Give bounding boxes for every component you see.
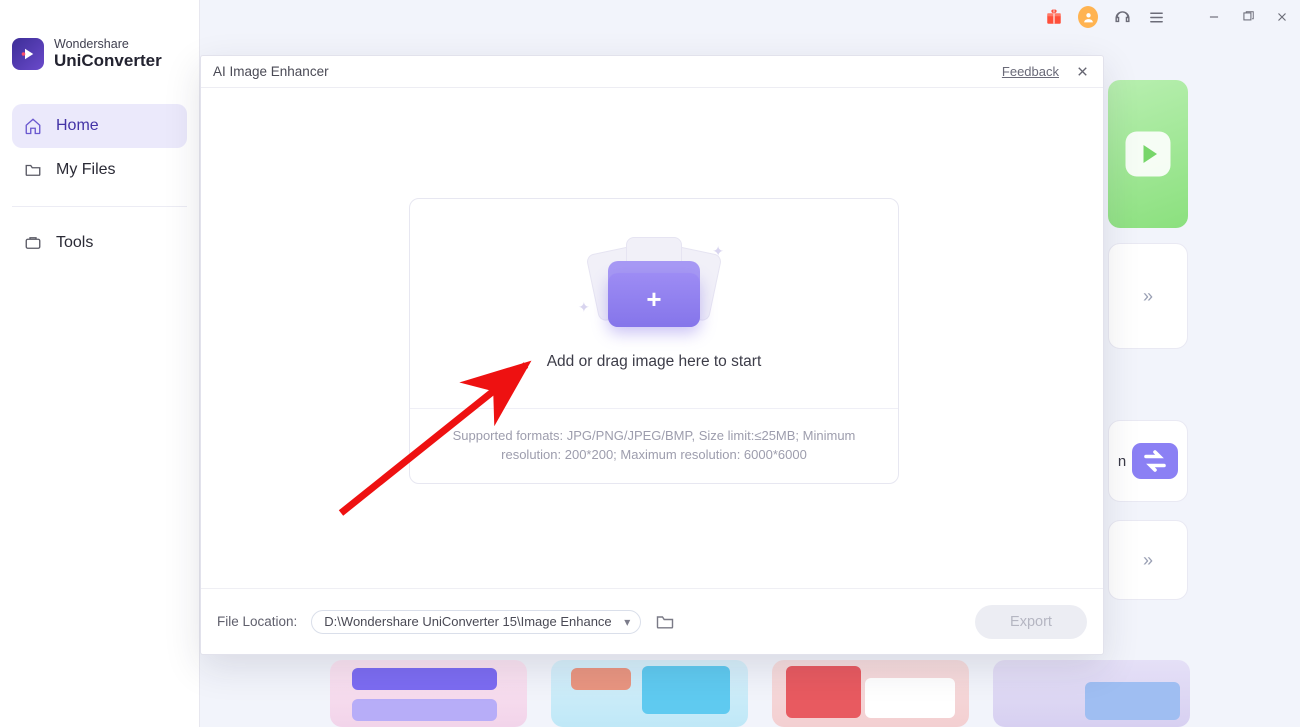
gift-icon[interactable]: [1044, 7, 1064, 27]
dialog-footer: File Location: D:\Wondershare UniConvert…: [201, 588, 1103, 654]
thumbnail-row: [330, 660, 1190, 727]
sidebar-item-myfiles[interactable]: My Files: [12, 148, 187, 192]
home-icon: [24, 117, 42, 135]
sidebar-item-label: My Files: [56, 161, 116, 179]
chevron-right-icon: »: [1143, 550, 1153, 571]
brand-name: UniConverter: [54, 52, 162, 70]
thumbnail-card[interactable]: [772, 660, 969, 727]
nav-secondary: Tools: [0, 221, 199, 265]
dialog-title: AI Image Enhancer: [213, 64, 329, 79]
file-location-select[interactable]: D:\Wondershare UniConverter 15\Image Enh…: [311, 610, 641, 634]
brand-small: Wondershare: [54, 38, 162, 51]
thumbnail-card[interactable]: [551, 660, 748, 727]
sidebar-item-tools[interactable]: Tools: [12, 221, 187, 265]
maximize-button[interactable]: [1238, 7, 1258, 27]
play-card-icon: [1121, 127, 1175, 181]
ai-image-enhancer-dialog: AI Image Enhancer Feedback + ✦✦ Add or d…: [200, 55, 1104, 655]
folder-icon: [24, 161, 42, 179]
thumbnail-card[interactable]: [330, 660, 527, 727]
sidebar-item-label: Tools: [56, 234, 93, 252]
dialog-close-button[interactable]: [1073, 63, 1091, 81]
avatar-icon[interactable]: [1078, 7, 1098, 27]
nav-separator: [12, 206, 187, 207]
sidebar-item-home[interactable]: Home: [12, 104, 187, 148]
export-button[interactable]: Export: [975, 605, 1087, 639]
drop-folder-icon: + ✦✦: [584, 237, 724, 327]
bg-card-feature[interactable]: n: [1108, 420, 1188, 502]
menu-icon[interactable]: [1146, 7, 1166, 27]
brand-logo-icon: [12, 38, 44, 70]
bg-card-expand[interactable]: »: [1108, 243, 1188, 349]
brand-text: Wondershare UniConverter: [54, 38, 162, 70]
drop-zone-info: Supported formats: JPG/PNG/JPEG/BMP, Siz…: [410, 408, 898, 483]
drop-zone-top: + ✦✦ Add or drag image here to start: [410, 199, 898, 408]
dialog-body: + ✦✦ Add or drag image here to start Sup…: [201, 88, 1103, 588]
file-location-label: File Location:: [217, 614, 297, 629]
swap-icon: [1132, 443, 1178, 479]
file-location-value: D:\Wondershare UniConverter 15\Image Enh…: [324, 614, 611, 629]
sidebar-item-label: Home: [56, 117, 99, 135]
window-close-button[interactable]: [1272, 7, 1292, 27]
chevron-right-icon: »: [1143, 286, 1153, 307]
bg-card-expand-2[interactable]: »: [1108, 520, 1188, 600]
bg-card-green[interactable]: [1108, 80, 1188, 228]
thumbnail-card[interactable]: [993, 660, 1190, 727]
minimize-button[interactable]: [1204, 7, 1224, 27]
feedback-link[interactable]: Feedback: [1002, 64, 1059, 79]
tools-icon: [24, 234, 42, 252]
export-button-label: Export: [1010, 614, 1052, 630]
nav: Home My Files: [0, 104, 199, 192]
drop-zone-text: Add or drag image here to start: [547, 353, 762, 371]
browse-folder-button[interactable]: [655, 612, 675, 632]
drop-zone[interactable]: + ✦✦ Add or drag image here to start Sup…: [409, 198, 899, 484]
titlebar: [1044, 4, 1292, 30]
sidebar: Wondershare UniConverter Home My Files T…: [0, 0, 200, 727]
dialog-header: AI Image Enhancer Feedback: [201, 56, 1103, 88]
brand: Wondershare UniConverter: [0, 0, 199, 98]
headset-icon[interactable]: [1112, 7, 1132, 27]
bg-card-label: n: [1118, 453, 1126, 470]
